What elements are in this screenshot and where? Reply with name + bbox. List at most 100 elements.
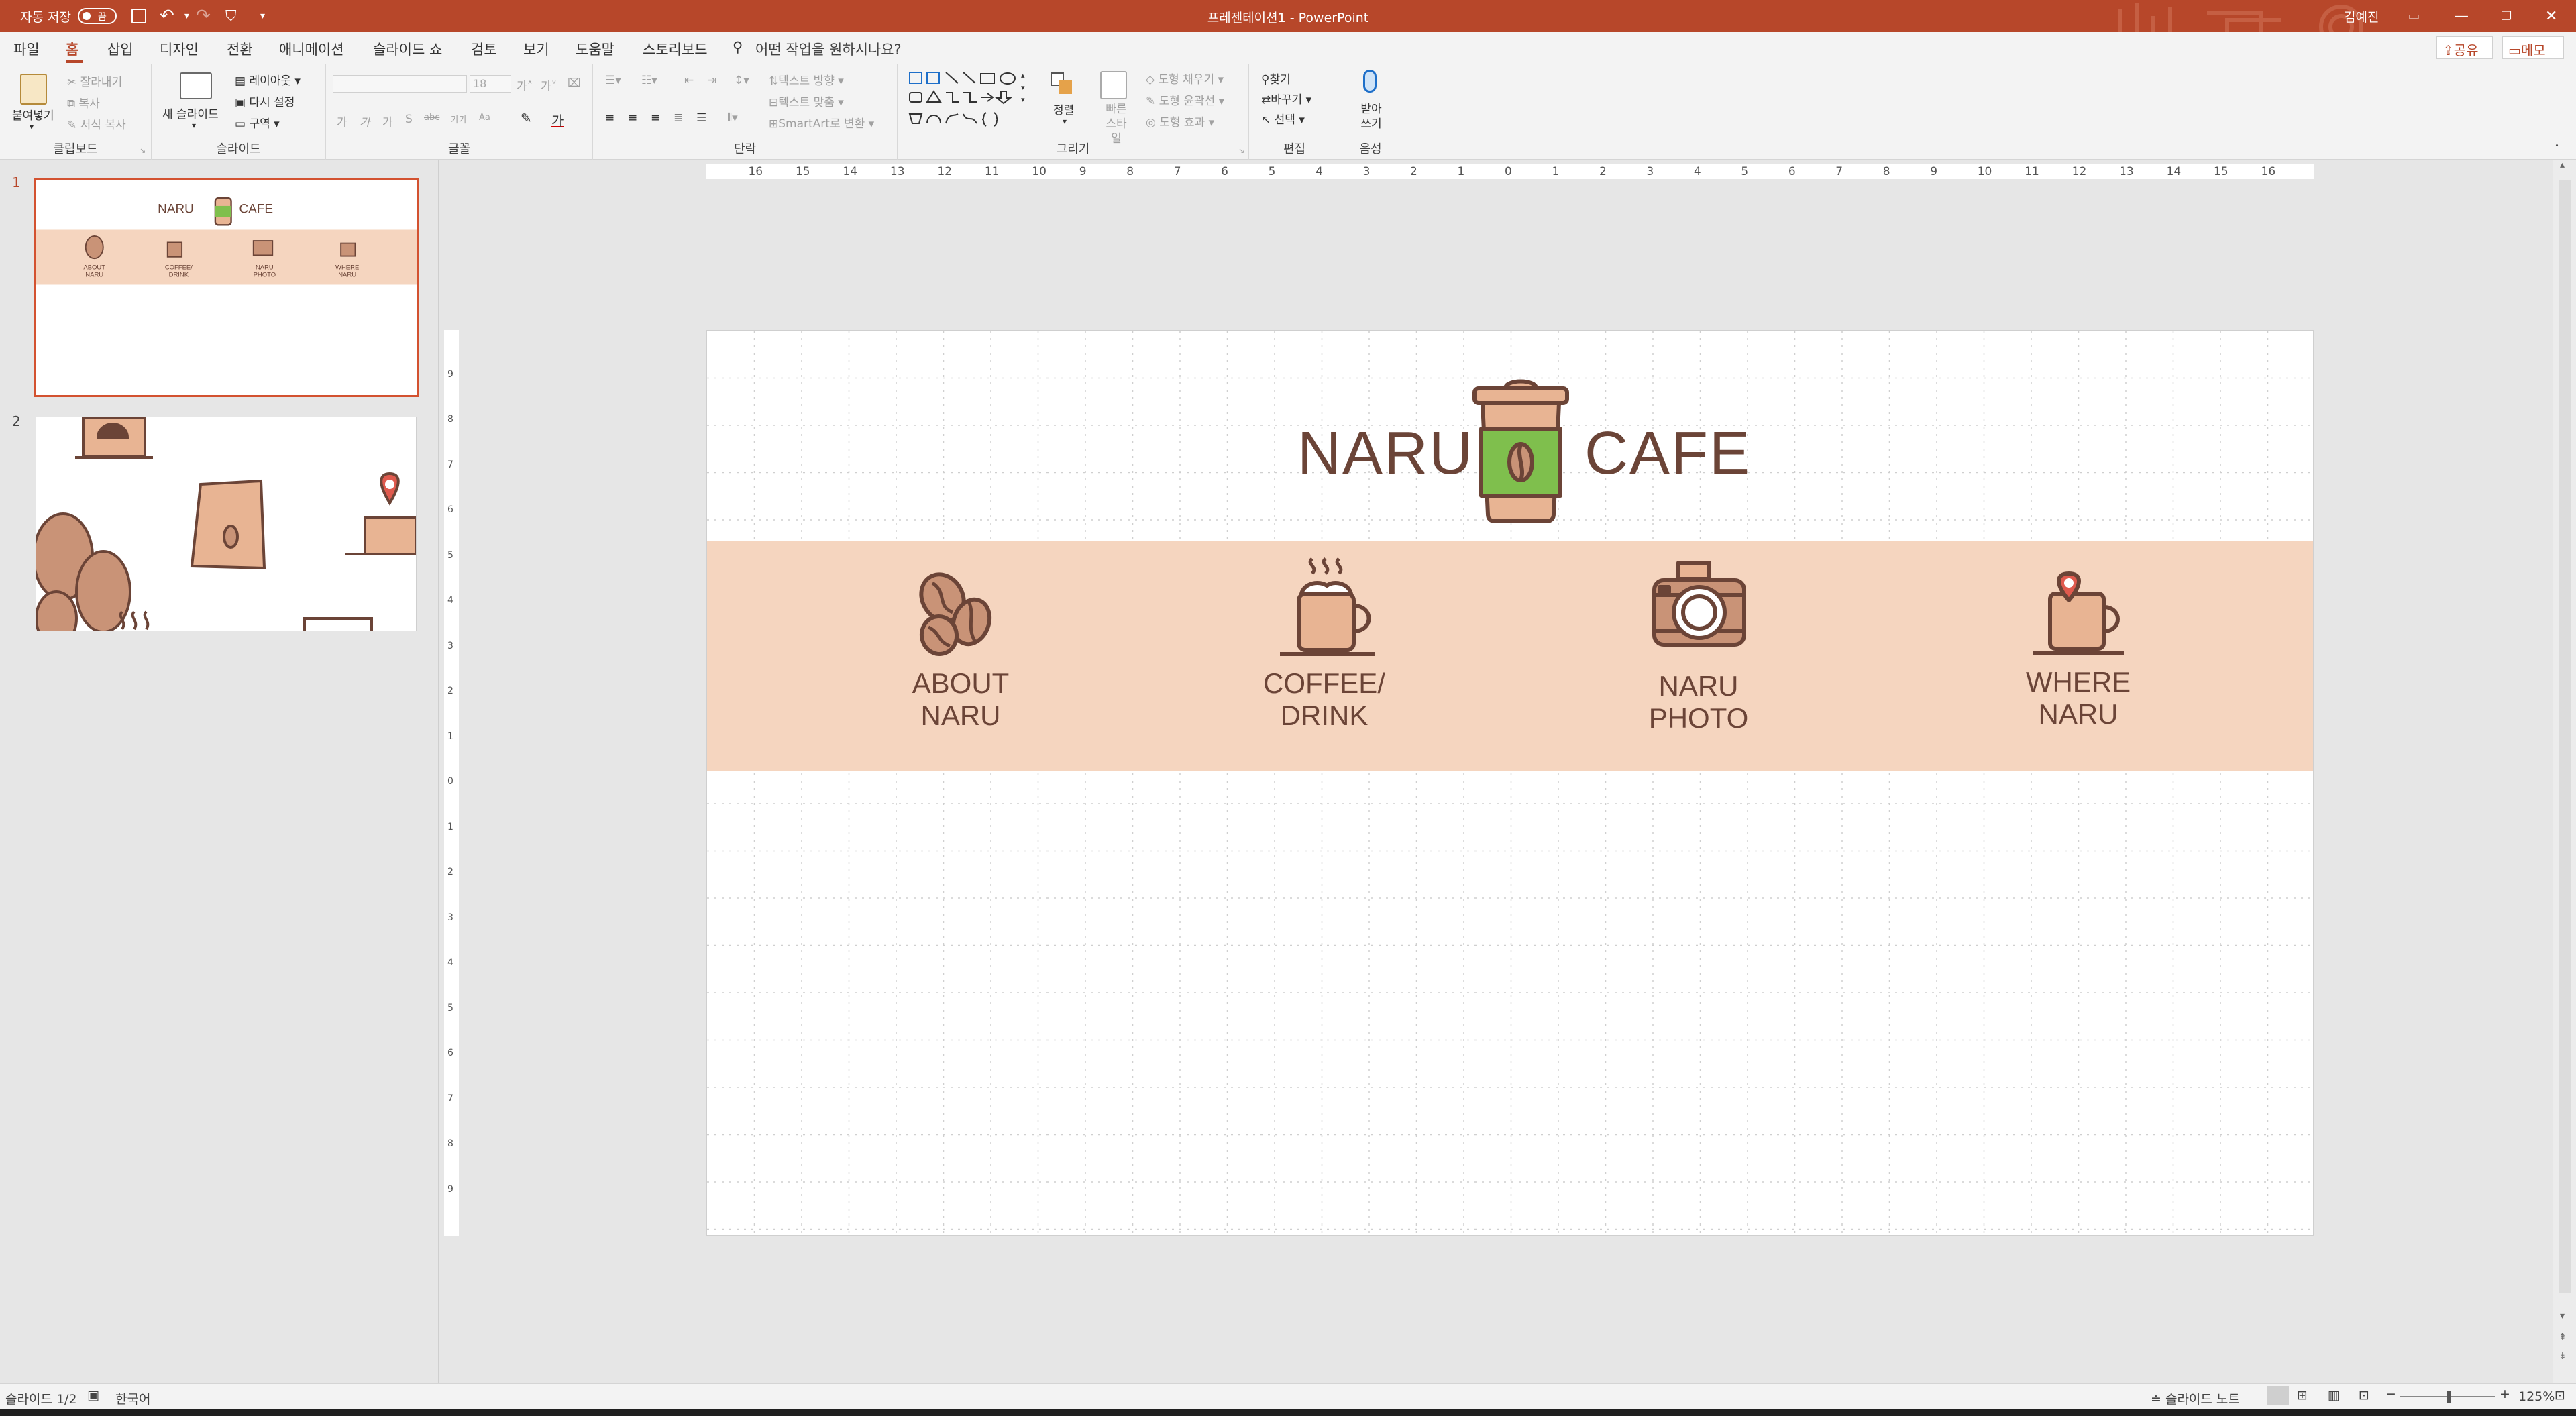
slide[interactable]: NARU CAFE ABOUT NARU COFFEE/ DRINK NARU …	[706, 330, 2314, 1236]
tab-animations[interactable]: 애니메이션	[279, 39, 344, 59]
close-icon[interactable]: ✕	[2545, 0, 2557, 32]
increase-indent-icon[interactable]: ⇥	[707, 74, 716, 87]
find-button[interactable]: ⚲찾기	[1261, 70, 1291, 87]
align-right-icon[interactable]: ≡	[651, 111, 660, 125]
format-painter-button[interactable]: ✎ 서식 복사	[67, 115, 126, 132]
paste-dropdown-icon[interactable]: ▾	[30, 122, 34, 131]
comments-button[interactable]: ▭메모	[2502, 36, 2564, 59]
notes-button[interactable]: ≐ 슬라이드 노트	[2151, 1389, 2240, 1407]
tab-slideshow[interactable]: 슬라이드 쇼	[373, 39, 442, 59]
replace-button[interactable]: ⇄바꾸기 ▾	[1261, 90, 1311, 107]
menu-item-naru-photo[interactable]: NARU PHOTO	[1618, 561, 1779, 760]
clear-format-icon[interactable]: ⌧	[568, 76, 581, 90]
slide-thumbnail-1[interactable]: NARU CAFE ABOUT NARU COFFEE/DRINK NARU PHO…	[34, 178, 419, 397]
tell-me-box[interactable]: 어떤 작업을 원하시나요?	[755, 39, 902, 59]
align-center-icon[interactable]: ≡	[628, 111, 637, 125]
microphone-icon[interactable]	[1363, 70, 1377, 93]
arrange-icon[interactable]	[1051, 72, 1073, 95]
reset-button[interactable]: ▣ 다시 설정	[235, 93, 294, 109]
layout-button[interactable]: ▤ 레이아웃 ▾	[235, 71, 301, 88]
italic-button[interactable]: 가	[360, 113, 370, 129]
zoom-out-icon[interactable]: −	[2385, 1386, 2396, 1401]
smartart-button[interactable]: ⊞SmartArt로 변환 ▾	[769, 114, 874, 131]
shape-outline-button[interactable]: ✎ 도형 윤곽선 ▾	[1146, 91, 1224, 108]
menu-item-where-naru[interactable]: WHERE NARU	[1998, 565, 2159, 760]
font-name-box[interactable]	[333, 75, 467, 93]
scroll-down-icon[interactable]: ▾	[2560, 1311, 2565, 1321]
drawing-dialog-launcher-icon[interactable]: ↘	[1238, 146, 1244, 155]
tab-design[interactable]: 디자인	[160, 39, 199, 59]
line-spacing-icon[interactable]: ↕▾	[734, 74, 749, 87]
next-slide-icon[interactable]: ⇟	[2559, 1351, 2567, 1362]
change-case-button[interactable]: Aa	[479, 113, 490, 123]
font-color-icon[interactable]: 가	[551, 110, 564, 129]
strikethrough-button[interactable]: abc	[424, 113, 439, 123]
bullets-icon[interactable]: ☰▾	[605, 74, 621, 87]
section-button[interactable]: ▭ 구역 ▾	[235, 114, 280, 131]
dictate-button[interactable]: 받아쓰기	[1356, 102, 1386, 131]
distributed-icon[interactable]: ☰	[696, 111, 706, 125]
zoom-slider-thumb[interactable]	[2447, 1391, 2451, 1403]
collapse-ribbon-icon[interactable]: ˄	[2555, 144, 2559, 154]
dialog-launcher-icon[interactable]: ↘	[140, 146, 146, 155]
tab-help[interactable]: 도움말	[576, 39, 614, 59]
columns-icon[interactable]: ⫴▾	[727, 111, 738, 125]
slide-editing-area[interactable]: 16 15 14 13 12 11 10 9 8 7 6 5 4 3 2 1 0 1 2 3 4 5 6 7 8 9 10 11 12 1…	[439, 160, 2553, 1383]
language-indicator[interactable]: 한국어	[115, 1389, 150, 1407]
search-icon[interactable]: ⚲	[733, 39, 743, 55]
slide-sorter-icon[interactable]: ⊞	[2297, 1388, 2308, 1403]
new-slide-icon[interactable]	[180, 72, 212, 99]
font-size-box[interactable]: 18	[470, 75, 511, 93]
normal-view-icon[interactable]	[2267, 1386, 2289, 1405]
cut-button[interactable]: ✂ 잘라내기	[67, 72, 122, 89]
previous-slide-icon[interactable]: ⇞	[2559, 1332, 2567, 1343]
bold-button[interactable]: 가	[337, 113, 347, 129]
tab-view[interactable]: 보기	[523, 39, 549, 59]
arrange-dropdown-icon[interactable]: ▾	[1063, 117, 1067, 126]
numbering-icon[interactable]: ☷▾	[641, 74, 657, 87]
new-slide-button[interactable]: 새 슬라이드	[162, 105, 219, 121]
justify-icon[interactable]: ≣	[674, 111, 683, 125]
slideshow-icon[interactable]: ⊡	[2359, 1388, 2369, 1403]
quick-styles-icon[interactable]	[1100, 71, 1127, 99]
shape-effects-button[interactable]: ◎ 도형 효과 ▾	[1146, 113, 1214, 129]
zoom-level[interactable]: 125%	[2518, 1389, 2555, 1404]
tab-review[interactable]: 검토	[471, 39, 497, 59]
tab-home[interactable]: 홈	[66, 39, 78, 59]
tab-transitions[interactable]: 전환	[227, 39, 253, 59]
vertical-scrollbar[interactable]: ▴ ▾ ⇞ ⇟	[2553, 160, 2576, 1383]
menu-item-coffee-drink[interactable]: COFFEE/ DRINK	[1244, 557, 1405, 760]
decrease-indent-icon[interactable]: ⇤	[684, 74, 694, 87]
select-button[interactable]: ↖ 선택 ▾	[1261, 110, 1305, 127]
minimize-icon[interactable]: —	[2454, 0, 2469, 32]
restore-icon[interactable]: ❐	[2501, 0, 2512, 32]
scroll-up-icon[interactable]: ▴	[2560, 160, 2565, 170]
shapes-scroll-icon[interactable]: ▴ ▾ ▾	[1021, 70, 1025, 106]
spacing-button[interactable]: 가가	[451, 113, 467, 125]
scroll-thumb[interactable]	[2559, 180, 2571, 1293]
fit-slide-icon[interactable]: ⊡	[2555, 1388, 2565, 1403]
paste-icon[interactable]	[20, 74, 47, 105]
reading-view-icon[interactable]: ▥	[2328, 1388, 2340, 1403]
text-direction-button[interactable]: ⇅텍스트 방향 ▾	[769, 71, 844, 88]
zoom-in-icon[interactable]: +	[2500, 1386, 2510, 1401]
share-button[interactable]: ⇪공유	[2436, 36, 2493, 59]
menu-item-about-naru[interactable]: ABOUT NARU	[880, 565, 1041, 760]
grow-font-icon[interactable]: 가˄	[517, 76, 533, 93]
copy-button[interactable]: ⧉ 복사	[67, 94, 100, 111]
slide-thumbnail-2[interactable]	[32, 416, 417, 647]
shrink-font-icon[interactable]: 가˅	[541, 76, 557, 93]
underline-button[interactable]: 가	[382, 113, 393, 129]
highlight-icon[interactable]: ✎	[521, 110, 532, 126]
tab-storyboard[interactable]: 스토리보드	[643, 39, 708, 59]
align-text-button[interactable]: ⊟텍스트 맞춤 ▾	[769, 93, 844, 109]
ribbon-display-options-icon[interactable]: ▭	[2408, 0, 2420, 32]
paste-button[interactable]: 붙여넣기	[12, 106, 54, 123]
spellcheck-icon[interactable]: ▣	[87, 1388, 99, 1403]
new-slide-dropdown-icon[interactable]: ▾	[192, 121, 196, 130]
shape-fill-button[interactable]: ◇ 도형 채우기 ▾	[1146, 70, 1224, 87]
tab-insert[interactable]: 삽입	[107, 39, 133, 59]
shadow-button[interactable]: S	[405, 113, 413, 126]
user-name[interactable]: 김예진	[2344, 0, 2379, 32]
align-left-icon[interactable]: ≡	[605, 111, 614, 125]
